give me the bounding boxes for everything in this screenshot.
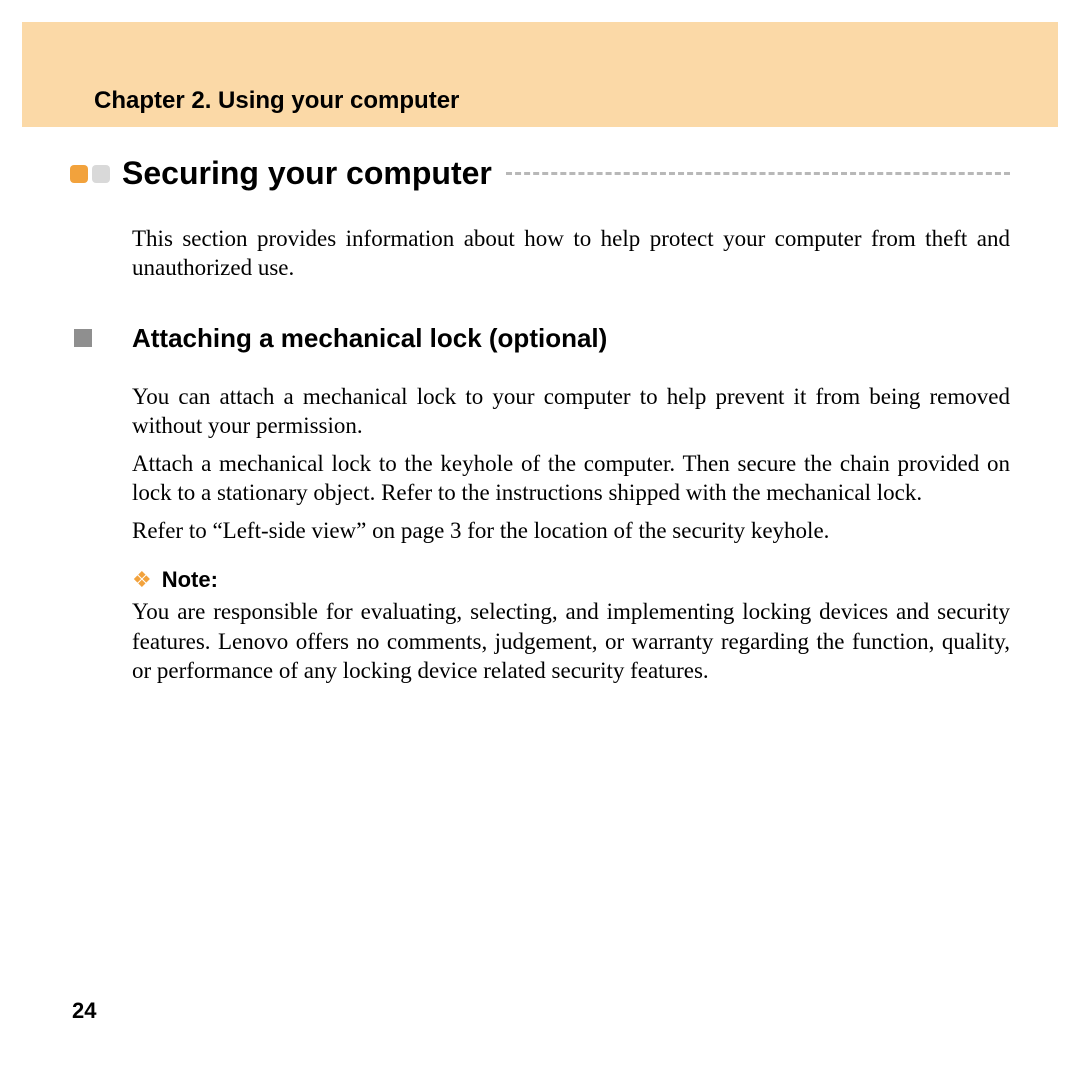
page-number: 24 <box>72 998 96 1024</box>
section-title: Securing your computer <box>122 155 492 192</box>
paragraph: You can attach a mechanical lock to your… <box>132 382 1010 441</box>
manual-page: Chapter 2. Using your computer Securing … <box>0 0 1080 1080</box>
note-body: You are responsible for evaluating, sele… <box>132 597 1010 685</box>
paragraph: You are responsible for evaluating, sele… <box>132 597 1010 685</box>
paragraph: Attach a mechanical lock to the keyhole … <box>132 449 1010 508</box>
intro-paragraph: This section provides information about … <box>132 224 1010 283</box>
bullet-square-orange-icon <box>70 165 88 183</box>
heading-dash-line <box>506 172 1010 175</box>
paragraph: Refer to “Left-side view” on page 3 for … <box>132 516 1010 545</box>
header-band: Chapter 2. Using your computer <box>22 22 1058 127</box>
bullet-square-dark-icon <box>74 329 92 347</box>
note-heading: ❖ Note: <box>132 567 1010 593</box>
body-text: You can attach a mechanical lock to your… <box>132 382 1010 545</box>
section-heading: Securing your computer <box>70 155 1010 192</box>
note-label: Note: <box>162 567 218 593</box>
content-area: Securing your computer This section prov… <box>70 155 1010 693</box>
diamond-bullet-icon: ❖ <box>132 569 152 591</box>
chapter-title: Chapter 2. Using your computer <box>94 87 459 115</box>
subsection-heading: Attaching a mechanical lock (optional) <box>70 323 1010 354</box>
bullet-square-grey-icon <box>92 165 110 183</box>
subsection-title: Attaching a mechanical lock (optional) <box>132 323 607 354</box>
